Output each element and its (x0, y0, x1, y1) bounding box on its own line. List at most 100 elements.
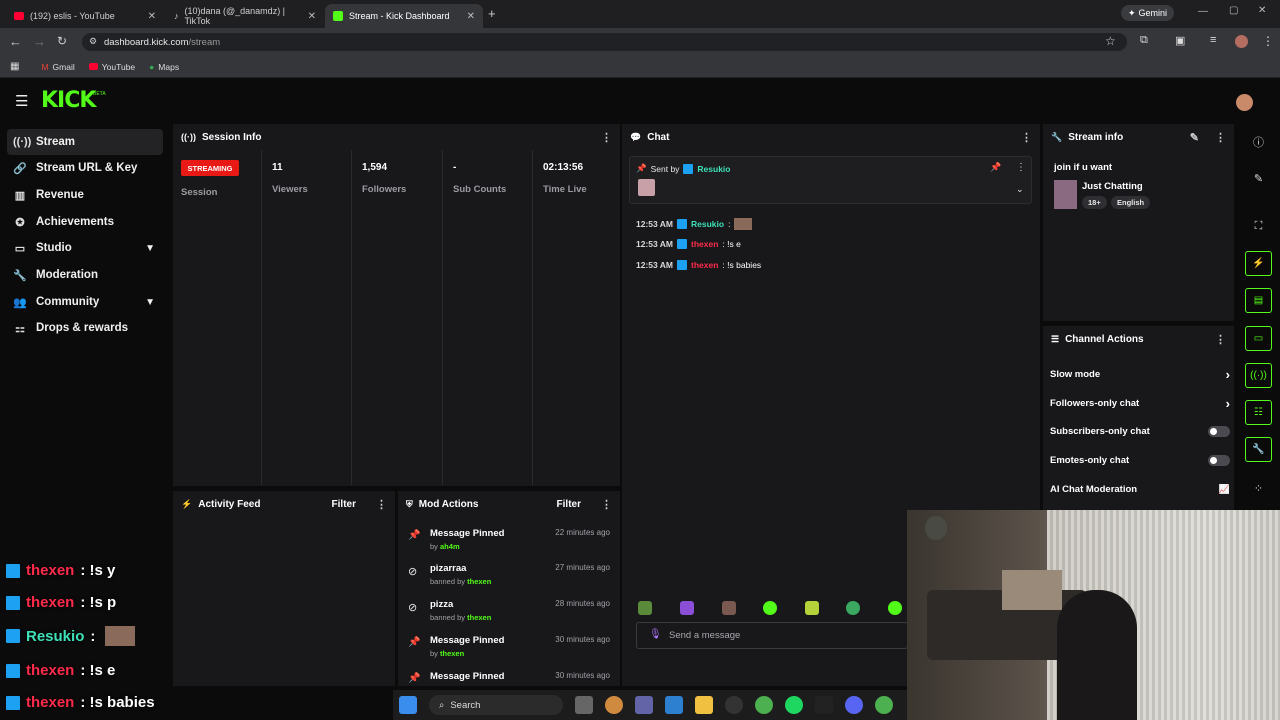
category-name[interactable]: Just Chatting (1082, 181, 1143, 192)
quick-action-chat-icon[interactable]: ▭ (1245, 326, 1272, 351)
spotify-icon[interactable] (785, 696, 803, 714)
slow-mode-row[interactable]: Slow mode › (1050, 367, 1230, 382)
maximize-icon[interactable]: ▢ (1229, 5, 1238, 16)
sidebar-item-community[interactable]: 👥 Community ▼ (7, 289, 163, 315)
action-user[interactable]: thexen (467, 613, 491, 622)
chat-message[interactable]: 12:53 AM Resukio : (636, 218, 753, 230)
discord-icon[interactable] (845, 696, 863, 714)
action-user[interactable]: ah4m (440, 542, 460, 551)
pinned-message[interactable]: 📌 Sent by Resukio 📌 ⋮ ⌄ (629, 156, 1032, 204)
edit-icon[interactable]: ✎ (1190, 131, 1199, 144)
more-options-icon[interactable]: ⋮ (1021, 131, 1032, 144)
bookmark-youtube[interactable]: YouTube (88, 62, 135, 72)
emote-quick-7[interactable] (888, 601, 902, 615)
chevron-down-icon[interactable]: ⌄ (1016, 184, 1024, 195)
extensions-icon[interactable]: ⧉ (1140, 34, 1148, 47)
browser-tab-youtube[interactable]: (192) eslis - YouTube ✕ (6, 4, 164, 28)
message-username[interactable]: thexen (691, 260, 718, 270)
minimize-icon[interactable]: — (1198, 6, 1208, 17)
star-icon[interactable]: ☆ (1105, 34, 1116, 48)
reload-icon[interactable]: ↻ (57, 34, 67, 48)
send-message-input[interactable]: 🎙 Send a message (636, 622, 908, 649)
more-options-icon[interactable]: ⋮ (376, 498, 387, 511)
message-username[interactable]: Resukio (691, 219, 724, 229)
close-icon[interactable]: ✕ (148, 11, 156, 22)
sidebar-item-drops-rewards[interactable]: ⚏ Drops & rewards (7, 315, 163, 341)
gemini-button[interactable]: ✦ Gemini (1121, 5, 1175, 21)
kick-logo[interactable]: KICK (41, 88, 96, 113)
message-username[interactable]: thexen (691, 239, 718, 249)
bookmark-maps[interactable]: ● Maps (149, 62, 179, 72)
quick-action-server-icon[interactable]: ☷ (1245, 400, 1272, 425)
chat-message[interactable]: 12:53 AM thexen: !s babies (636, 260, 761, 270)
menu-icon[interactable]: ⋮ (1262, 34, 1274, 48)
file-explorer-icon[interactable] (695, 696, 713, 714)
pinned-more-icon[interactable]: ⋮ (1016, 162, 1026, 173)
filter-button[interactable]: Filter (557, 499, 581, 510)
more-options-icon[interactable]: ⋮ (601, 498, 612, 511)
edit-pencil-icon[interactable]: ✎ (1245, 166, 1272, 191)
quick-action-broadcast-icon[interactable]: ((·)) (1245, 363, 1272, 388)
task-view-icon[interactable] (575, 696, 593, 714)
filter-button[interactable]: Filter (332, 499, 356, 510)
emote-quick-5[interactable] (805, 601, 819, 615)
pinned-username[interactable]: Resukio (697, 164, 730, 174)
action-user[interactable]: thexen (467, 577, 491, 586)
sidebar-item-stream-url-key[interactable]: 🔗 Stream URL & Key (7, 155, 163, 181)
terminal-icon[interactable] (815, 696, 833, 714)
window-close-icon[interactable]: ✕ (1258, 5, 1266, 16)
sidebar-item-stream[interactable]: ((·)) Stream (7, 129, 163, 155)
new-tab-icon[interactable]: + (488, 6, 496, 21)
chrome-icon[interactable] (755, 696, 773, 714)
bookmark-gmail[interactable]: M Gmail (41, 62, 74, 72)
ai-chat-moderation-row[interactable]: AI Chat Moderation 📈 (1050, 484, 1230, 495)
info-icon[interactable]: ⓘ (1245, 129, 1272, 154)
forward-icon[interactable]: → (33, 34, 46, 49)
hamburger-menu-icon[interactable]: ☰ (15, 92, 28, 110)
sidebar-item-achievements[interactable]: ✪ Achievements (7, 209, 163, 235)
copilot-icon[interactable] (605, 696, 623, 714)
emote-quick-6[interactable] (846, 601, 860, 615)
teams-icon[interactable] (635, 696, 653, 714)
fullscreen-icon[interactable]: ⛶ (1245, 214, 1272, 239)
apps-icon[interactable]: ▦ (10, 61, 19, 72)
emote-quick-1[interactable] (638, 601, 652, 615)
cast-icon[interactable]: ▣ (1175, 34, 1185, 47)
more-options-icon[interactable]: ⋮ (1215, 131, 1226, 144)
quick-action-notes-icon[interactable]: ▤ (1245, 288, 1272, 313)
media-icon[interactable]: ≡ (1210, 34, 1216, 46)
back-icon[interactable]: ← (9, 34, 22, 49)
url-input[interactable]: dashboard.kick.com/stream (82, 33, 1127, 51)
app-icon[interactable] (725, 696, 743, 714)
browser-tab-kick[interactable]: Stream - Kick Dashboard ✕ (325, 4, 483, 28)
more-actions-icon[interactable]: ⁘ (1245, 476, 1272, 501)
followers-only-row[interactable]: Followers-only chat › (1050, 396, 1230, 411)
emote-quick-4[interactable] (763, 601, 777, 615)
quick-action-wrench-icon[interactable]: 🔧 (1245, 437, 1272, 462)
store-icon[interactable] (665, 696, 683, 714)
chat-message[interactable]: 12:53 AM thexen: !s e (636, 239, 741, 249)
microphone-icon[interactable]: 🎙 (649, 629, 662, 640)
unpin-icon[interactable]: 📌 (990, 162, 1001, 173)
close-icon[interactable]: ✕ (467, 11, 475, 22)
emote-quick-2[interactable] (680, 601, 694, 615)
emotes-only-toggle[interactable] (1208, 455, 1230, 466)
stream-info-panel: 🔧 Stream info ✎ ⋮ (1043, 124, 1234, 321)
sidebar-item-moderation[interactable]: 🔧 Moderation (7, 262, 163, 288)
browser-tab-tiktok[interactable]: ♪ (10)dana (@_danamdz) | TikTok ✕ (166, 4, 324, 28)
emote-quick-3[interactable] (722, 601, 736, 615)
chrome-active-icon[interactable] (875, 696, 893, 714)
profile-avatar[interactable] (1235, 35, 1248, 48)
more-options-icon[interactable]: ⋮ (601, 131, 612, 144)
sidebar-item-revenue[interactable]: ▥ Revenue (7, 182, 163, 208)
sidebar-item-studio[interactable]: ▭ Studio ▼ (7, 235, 163, 261)
quick-action-lightning-icon[interactable]: ⚡ (1245, 251, 1272, 276)
more-options-icon[interactable]: ⋮ (1215, 333, 1226, 346)
close-icon[interactable]: ✕ (308, 11, 316, 22)
action-user[interactable]: thexen (440, 649, 464, 658)
windows-start-icon[interactable] (399, 696, 417, 714)
user-avatar[interactable] (1236, 94, 1253, 111)
taskbar-search[interactable]: ⌕ Search (429, 695, 563, 715)
site-info-icon[interactable]: ⚙ (89, 36, 97, 47)
subscribers-only-toggle[interactable] (1208, 426, 1230, 437)
